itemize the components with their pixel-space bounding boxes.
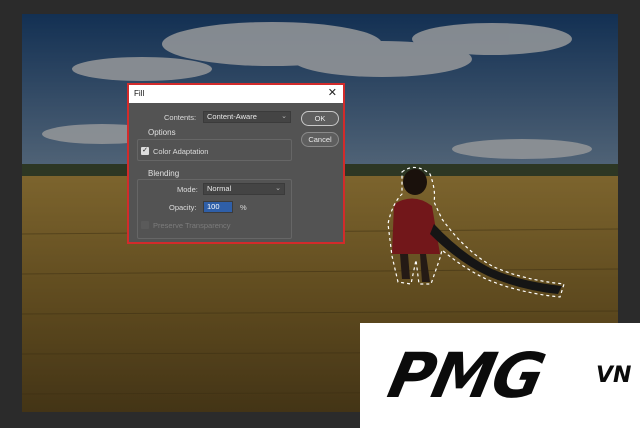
blending-title: Blending (148, 169, 180, 178)
contents-select[interactable]: Content-Aware ⌄ (203, 111, 291, 123)
watermark-logo-panel: PMG VN (360, 323, 640, 428)
contents-label: Contents: (164, 113, 197, 122)
ok-button[interactable]: OK (301, 111, 339, 126)
mode-select[interactable]: Normal ⌄ (203, 183, 285, 195)
contents-select-value: Content-Aware (207, 112, 257, 121)
preserve-transparency-checkbox[interactable] (141, 221, 149, 229)
dialog-title: Fill (134, 89, 145, 98)
dialog-titlebar[interactable]: Fill ✕ (129, 85, 343, 103)
fill-dialog: Fill ✕ Contents: Content-Aware ⌄ OK Canc… (127, 83, 345, 244)
options-title: Options (148, 128, 176, 137)
opacity-input[interactable]: 100 (203, 201, 233, 213)
opacity-label: Opacity: (169, 203, 197, 212)
brand-suffix: VN (596, 363, 632, 388)
close-icon[interactable]: ✕ (328, 87, 337, 99)
cancel-button[interactable]: Cancel (301, 132, 339, 147)
mode-label: Mode: (177, 185, 198, 194)
chevron-down-icon: ⌄ (281, 113, 287, 120)
brand-logo: PMG (382, 339, 550, 412)
color-adaptation-checkbox[interactable]: ✓ (141, 147, 149, 155)
opacity-unit: % (240, 203, 247, 212)
mode-select-value: Normal (207, 184, 232, 193)
chevron-down-icon: ⌄ (275, 185, 281, 192)
preserve-transparency-label: Preserve Transparency (153, 221, 231, 230)
color-adaptation-label[interactable]: Color Adaptation (153, 147, 208, 156)
